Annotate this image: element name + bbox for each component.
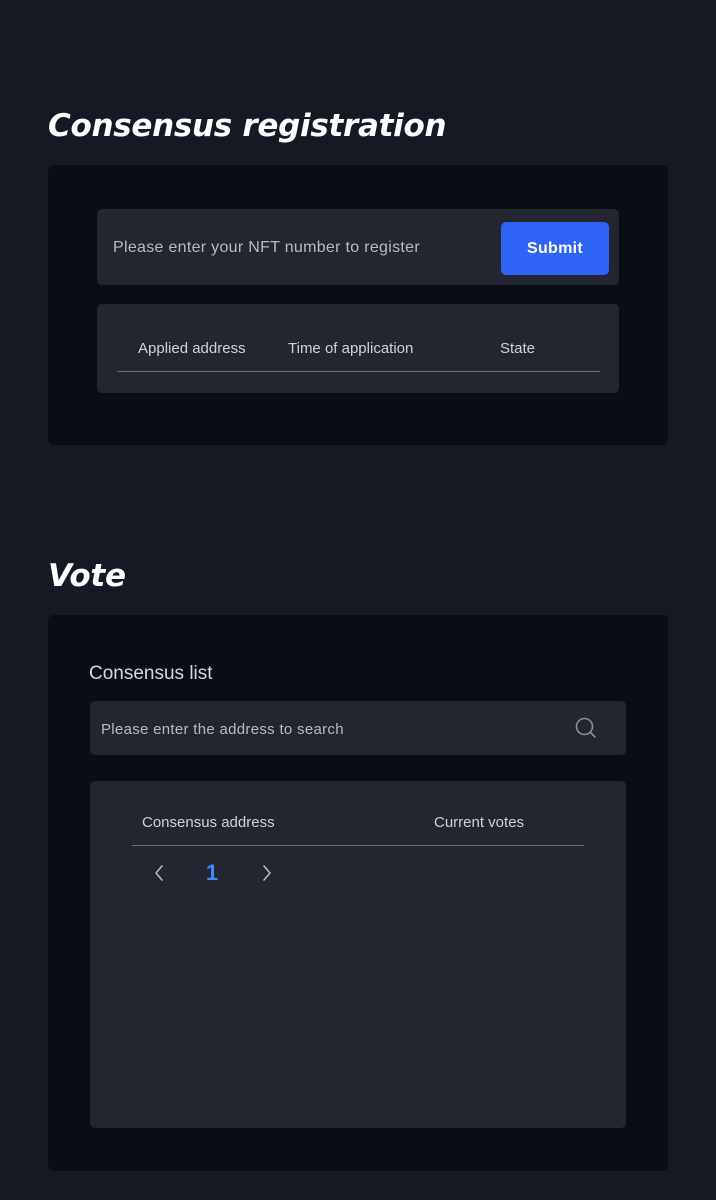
next-page-button[interactable] [256,861,278,885]
table-header-divider [117,371,600,372]
consensus-list-label: Consensus list [89,663,213,684]
search-row [90,701,626,755]
page-number-current[interactable]: 1 [202,860,222,885]
page: Consensus registration Submit Applied ad… [0,0,716,1200]
column-header-time-of-application: Time of application [288,340,414,357]
previous-page-button[interactable] [148,861,170,885]
table-header-divider [132,845,584,846]
nft-number-input[interactable] [111,229,495,267]
column-header-applied-address: Applied address [138,340,246,357]
consensus-table: Consensus address Current votes 1 [90,781,626,1128]
registration-table: Applied address Time of application Stat… [97,304,619,393]
chevron-right-icon [263,865,271,881]
column-header-consensus-address: Consensus address [142,814,275,831]
search-icon[interactable] [574,716,598,740]
column-header-current-votes: Current votes [434,814,525,831]
nft-input-row: Submit [97,209,619,285]
column-header-state: State [500,340,536,357]
address-search-input[interactable] [99,711,553,747]
chevron-left-icon [155,865,163,881]
submit-button[interactable]: Submit [501,222,609,275]
registration-title: Consensus registration [48,108,447,144]
vote-title: Vote [48,558,126,594]
registration-panel: Submit Applied address Time of applicati… [48,165,668,445]
vote-panel: Consensus list Consensus address Current… [48,615,668,1171]
